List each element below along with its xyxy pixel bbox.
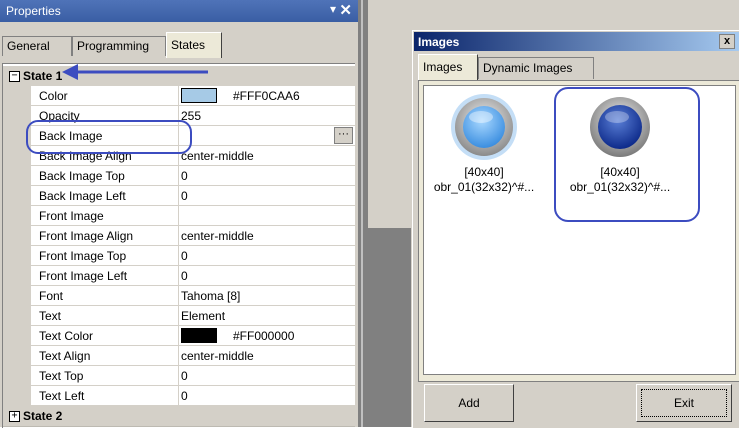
properties-tab-bar: General Programming States: [0, 22, 358, 62]
tab-programming[interactable]: Programming: [72, 36, 166, 56]
property-value: 0: [181, 189, 188, 203]
property-name: Text Color: [39, 329, 94, 343]
property-name: Font: [39, 289, 64, 303]
tab-states[interactable]: States: [166, 32, 222, 58]
images-title: Images: [418, 35, 460, 49]
property-name: Color: [39, 89, 68, 103]
property-value: Tahoma [8]: [181, 289, 241, 303]
property-value: Element: [181, 309, 226, 323]
color-swatch: [181, 328, 217, 343]
property-row-text[interactable]: Text Element: [3, 306, 355, 326]
property-name: Front Image: [39, 209, 104, 223]
close-icon[interactable]: ✕: [339, 1, 352, 19]
property-row-text-color[interactable]: Text Color #FF000000: [3, 326, 355, 346]
property-row-back-image-left[interactable]: Back Image Left 0: [3, 186, 355, 206]
category-label: State 2: [23, 409, 63, 423]
image-thumbnail-icon: [451, 94, 517, 160]
property-value: #FFF0CAA6: [233, 89, 300, 103]
property-value: 0: [181, 269, 188, 283]
close-icon[interactable]: x: [719, 34, 735, 49]
property-row-font[interactable]: Font Tahoma [8]: [3, 286, 355, 306]
property-row-front-image-left[interactable]: Front Image Left 0: [3, 266, 355, 286]
property-name: Front Image Left: [39, 269, 128, 283]
property-row-front-image-top[interactable]: Front Image Top 0: [3, 246, 355, 266]
property-row-color[interactable]: Color #FFF0CAA6: [3, 86, 355, 106]
annotation-circle-back-image: [26, 120, 192, 154]
property-value: #FF000000: [233, 329, 295, 343]
properties-title: Properties: [6, 4, 61, 18]
property-name: Back Image Top: [39, 169, 125, 183]
property-row-text-align[interactable]: Text Align center-middle: [3, 346, 355, 366]
property-value: 0: [181, 369, 188, 383]
property-row-text-left[interactable]: Text Left 0: [3, 386, 355, 406]
property-row-front-image[interactable]: Front Image: [3, 206, 355, 226]
expand-icon[interactable]: +: [9, 411, 20, 422]
properties-title-bar: Properties ▾ ✕: [0, 0, 358, 22]
property-name: Text: [39, 309, 62, 323]
panel-menu-icon[interactable]: ▾: [330, 2, 336, 16]
property-value: 0: [181, 249, 188, 263]
property-name: Front Image Align: [39, 229, 134, 243]
annotation-circle-selected-image: [554, 87, 700, 222]
property-name: Text Align: [39, 349, 91, 363]
image-size: [40x40]: [464, 165, 504, 179]
splitter[interactable]: [358, 0, 368, 427]
collapse-icon[interactable]: −: [9, 71, 20, 82]
property-name: Front Image Top: [39, 249, 127, 263]
property-value: center-middle: [181, 229, 254, 243]
add-button[interactable]: Add: [424, 384, 514, 422]
browse-button[interactable]: ···: [334, 127, 353, 144]
property-name: Text Top: [39, 369, 84, 383]
property-value: 0: [181, 169, 188, 183]
category-state-2[interactable]: + State 2: [3, 406, 355, 427]
tab-general[interactable]: General: [2, 36, 72, 56]
image-item[interactable]: [40x40] obr_01(32x32)^#...: [420, 92, 548, 195]
category-label: State 1: [23, 69, 63, 83]
tab-images[interactable]: Images: [418, 54, 478, 80]
property-grid: − State 1 Color #FFF0CAA6 Opacity 255 Ba…: [2, 63, 355, 428]
property-name: Text Left: [39, 389, 85, 403]
property-row-back-image-top[interactable]: Back Image Top 0: [3, 166, 355, 186]
color-swatch: [181, 88, 217, 103]
property-row-front-image-align[interactable]: Front Image Align center-middle: [3, 226, 355, 246]
image-name: obr_01(32x32)^#...: [433, 180, 535, 194]
property-value: center-middle: [181, 149, 254, 163]
property-value: center-middle: [181, 349, 254, 363]
images-title-bar: Images x: [414, 32, 739, 51]
property-value: 0: [181, 389, 188, 403]
property-name: Back Image Left: [39, 189, 126, 203]
annotation-arrow-icon: [62, 64, 208, 80]
property-row-text-top[interactable]: Text Top 0: [3, 366, 355, 386]
exit-button[interactable]: Exit: [636, 384, 732, 422]
tab-dynamic-images[interactable]: Dynamic Images: [478, 57, 594, 79]
